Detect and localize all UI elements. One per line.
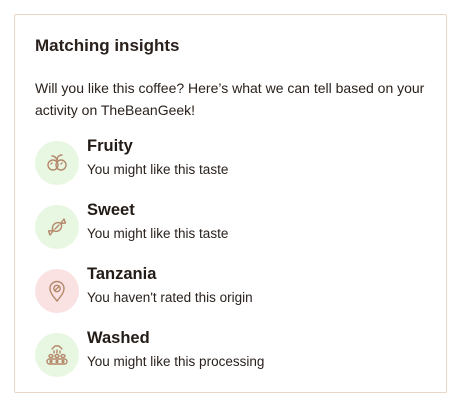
insight-title: Fruity: [87, 137, 133, 155]
insight-item-washed: Washed You might like this processing: [35, 329, 435, 381]
card-title: Matching insights: [35, 36, 180, 55]
insight-title: Tanzania: [87, 265, 157, 283]
candy-icon: [35, 205, 79, 249]
insight-description: You might like this taste: [87, 162, 229, 177]
insight-title: Washed: [87, 329, 150, 347]
intro-text: Will you like this coffee? Here’s what w…: [35, 80, 425, 118]
insight-item-sweet: Sweet You might like this taste: [35, 201, 435, 253]
insight-description: You haven't rated this origin: [87, 290, 253, 305]
matching-insights-card: Matching insights Will you like this cof…: [14, 14, 447, 393]
insight-title: Sweet: [87, 201, 135, 219]
fruit-icon: [35, 141, 79, 185]
insight-item-fruity: Fruity You might like this taste: [35, 137, 435, 189]
location-pin-icon: [35, 269, 79, 313]
insight-description: You might like this taste: [87, 226, 229, 241]
insight-description: You might like this processing: [87, 354, 265, 369]
washing-process-icon: [35, 333, 79, 377]
insight-item-tanzania: Tanzania You haven't rated this origin: [35, 265, 435, 317]
